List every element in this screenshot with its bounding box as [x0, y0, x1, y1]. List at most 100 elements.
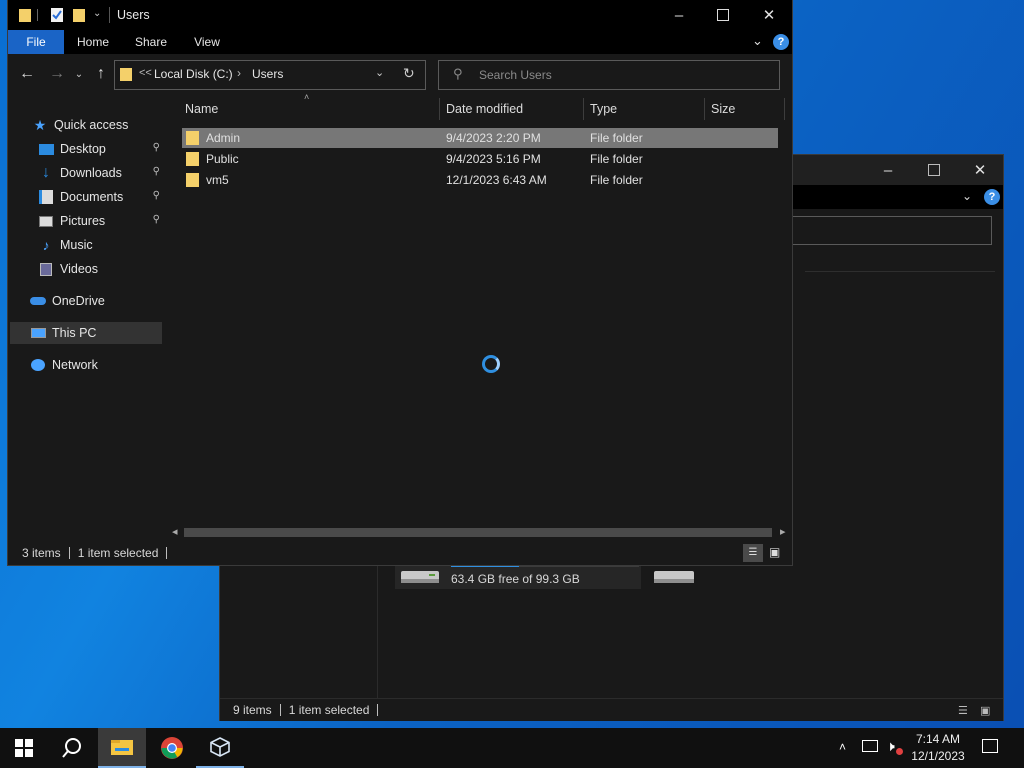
sort-ascending-icon: ˄	[304, 92, 310, 102]
column-divider[interactable]	[704, 98, 705, 120]
nav-onedrive[interactable]: OneDrive	[30, 290, 182, 312]
network-status-icon[interactable]	[862, 740, 878, 752]
nav-network-label: Network	[52, 358, 98, 372]
nav-this-pc[interactable]: This PC	[10, 322, 162, 344]
nav-pictures[interactable]: Pictures ⚲	[38, 210, 164, 232]
tiles-view-icon[interactable]: ▣	[769, 545, 780, 559]
refresh-icon[interactable]: ↻	[403, 65, 415, 82]
back-details-view-icon[interactable]: ☰	[958, 704, 968, 717]
back-status-separator-2	[377, 704, 379, 716]
nav-documents[interactable]: Documents ⚲	[38, 186, 164, 208]
maximize-button[interactable]	[700, 0, 746, 30]
address-bar[interactable]: << Local Disk (C:) › Users ⌄ ↻	[114, 60, 426, 90]
breadcrumb-local-disk[interactable]: Local Disk (C:)	[154, 67, 233, 81]
pin-icon: ⚲	[152, 166, 160, 177]
table-row[interactable]: vm5 12/1/2023 6:43 AM File folder	[182, 170, 778, 190]
clock-time[interactable]: 7:14 AM	[903, 732, 973, 746]
explorer-window[interactable]: ⌄ Users – ✕ File Home Share View ⌄ ? ← →…	[8, 0, 792, 565]
nav-downloads[interactable]: ↓ Downloads ⚲	[38, 162, 164, 184]
qat-separator	[37, 9, 38, 21]
back-close-button[interactable]: ✕	[957, 155, 1003, 185]
drive-icon-2[interactable]	[652, 565, 698, 587]
column-divider[interactable]	[583, 98, 584, 120]
taskbar-chrome[interactable]	[148, 728, 196, 768]
properties-icon[interactable]	[50, 7, 64, 23]
back-maximize-button[interactable]	[911, 155, 957, 185]
tab-file[interactable]: File	[8, 30, 64, 54]
search-input[interactable]: Search Users	[479, 68, 552, 82]
close-button[interactable]: ✕	[746, 0, 792, 30]
qat-customize-icon[interactable]: ⌄	[93, 8, 101, 19]
titlebar[interactable]: ⌄ Users – ✕	[8, 0, 792, 30]
drive-icon	[401, 571, 439, 583]
taskbar-file-explorer[interactable]	[98, 728, 146, 768]
breadcrumb-users[interactable]: Users	[252, 67, 283, 81]
navigation-pane[interactable]: ★ Quick access Desktop ⚲ ↓ Downloads ⚲ D…	[8, 96, 165, 540]
minimize-button[interactable]: –	[656, 0, 702, 30]
start-button[interactable]	[0, 728, 48, 768]
tab-home[interactable]: Home	[68, 30, 118, 54]
back-selected-count: 1 item selected	[288, 703, 370, 717]
column-date-modified[interactable]: Date modified	[446, 96, 523, 122]
taskbar: ˄ 🕨 7:14 AM 12/1/2023	[0, 728, 1024, 768]
search-button[interactable]	[48, 728, 96, 768]
nav-music-label: Music	[60, 238, 93, 252]
address-overflow-icon[interactable]: <<	[139, 67, 152, 79]
back-search-input[interactable]	[792, 216, 992, 245]
forward-arrow-icon[interactable]: →	[46, 64, 68, 84]
details-view-icon[interactable]: ☰	[743, 544, 763, 562]
scroll-right-icon[interactable]: ▸	[780, 525, 786, 538]
volume-muted-icon[interactable]: 🕨	[886, 738, 895, 755]
nav-videos[interactable]: Videos	[38, 258, 164, 280]
up-arrow-icon[interactable]: ↑	[90, 63, 112, 85]
recent-locations-chevron-icon[interactable]: ⌄	[72, 64, 86, 84]
horizontal-scrollbar[interactable]: ◂ ▸	[166, 524, 792, 540]
file-list[interactable]: ˄ Name Date modified Type Size Admin 9/4…	[166, 92, 792, 540]
new-folder-icon[interactable]	[72, 8, 86, 23]
scrollbar-thumb[interactable]	[184, 528, 772, 537]
table-row[interactable]: Public 9/4/2023 5:16 PM File folder	[182, 149, 778, 169]
taskbar-search-icon	[62, 738, 81, 758]
clock-date[interactable]: 12/1/2023	[903, 749, 973, 763]
folder-icon	[186, 173, 199, 187]
star-icon: ★	[33, 116, 47, 133]
item-count: 3 items	[22, 546, 61, 560]
scroll-left-icon[interactable]: ◂	[172, 525, 178, 538]
tab-view[interactable]: View	[182, 30, 232, 54]
pin-icon: ⚲	[152, 142, 160, 153]
cube-icon	[210, 737, 230, 757]
back-ribbon-expand-icon[interactable]: ⌄	[962, 189, 972, 203]
ribbon-expand-icon[interactable]: ⌄	[752, 33, 763, 49]
pin-icon: ⚲	[152, 190, 160, 201]
column-name[interactable]: Name	[185, 96, 218, 122]
back-minimize-button[interactable]: –	[865, 155, 911, 185]
taskbar-virtualbox[interactable]	[196, 728, 244, 768]
back-tiles-view-icon[interactable]: ▣	[980, 704, 990, 717]
network-icon	[30, 357, 46, 373]
breadcrumb-chevron-icon[interactable]: ›	[237, 66, 241, 80]
nav-quick-access[interactable]: ★ Quick access	[32, 114, 184, 136]
nav-desktop[interactable]: Desktop ⚲	[38, 138, 164, 160]
computer-icon	[30, 325, 46, 341]
show-hidden-icons-chevron-icon[interactable]: ˄	[839, 740, 846, 754]
address-history-chevron-icon[interactable]: ⌄	[375, 66, 384, 79]
back-help-icon[interactable]: ?	[984, 189, 1000, 205]
help-icon[interactable]: ?	[773, 34, 789, 50]
table-row[interactable]: Admin 9/4/2023 2:20 PM File folder	[182, 128, 778, 148]
folder-icon	[19, 9, 31, 22]
back-arrow-icon[interactable]: ←	[16, 64, 38, 84]
search-box[interactable]: ⚲ Search Users	[438, 60, 780, 90]
column-divider[interactable]	[784, 98, 785, 120]
file-type: File folder	[590, 173, 643, 187]
tab-share[interactable]: Share	[126, 30, 176, 54]
cloud-icon	[30, 293, 46, 309]
column-size[interactable]: Size	[711, 96, 735, 122]
nav-network[interactable]: Network	[30, 354, 182, 376]
file-date: 9/4/2023 5:16 PM	[446, 152, 541, 166]
column-type[interactable]: Type	[590, 96, 617, 122]
nav-music[interactable]: ♪ Music	[38, 234, 164, 256]
column-divider[interactable]	[439, 98, 440, 120]
back-drive-tile[interactable]: 63.4 GB free of 99.3 GB	[395, 563, 641, 589]
action-center-icon[interactable]	[982, 739, 998, 753]
nav-downloads-label: Downloads	[60, 166, 122, 180]
